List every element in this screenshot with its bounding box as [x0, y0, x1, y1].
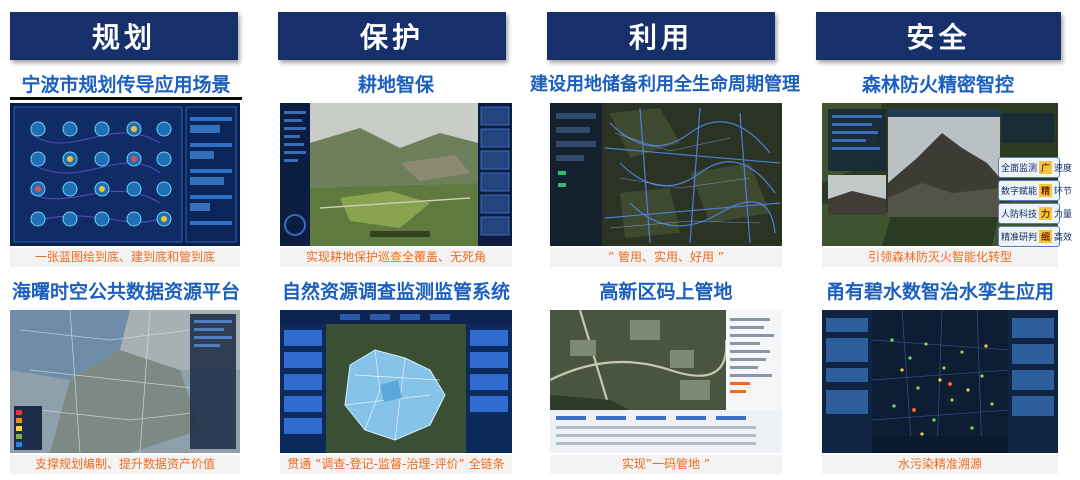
category-header-protection: 保护	[278, 12, 506, 60]
card-title-planning-scenario: 宁波市规划传导应用场景	[10, 73, 242, 100]
feature-badge: 广	[1039, 161, 1053, 174]
card-title-farmland: 耕地智保	[357, 74, 434, 96]
feature-label: 精准研判	[1001, 233, 1038, 243]
card-title-resource-monitoring: 自然资源调查监测监管系统	[281, 281, 510, 303]
feature-label: 人防科技	[1001, 210, 1038, 220]
card-caption-planning-scenario: 一张蓝图绘到底、建到底和管到底	[10, 248, 240, 267]
card-caption-land-code: 实现”一码管地 ”	[550, 455, 782, 474]
feature-row[interactable]: 精准研判 细 高效	[998, 226, 1072, 247]
card-title-forest-fire: 森林防火精密智控	[861, 74, 1014, 96]
feature-value: 高效	[1054, 233, 1073, 243]
card-title-land-reserve: 建设用地储备利用全生命周期管理	[530, 74, 800, 95]
feature-badge: 力	[1039, 207, 1053, 220]
feature-row[interactable]: 人防科技 力 力量	[998, 203, 1072, 224]
screenshot-spatiotemporal-data-map[interactable]	[10, 310, 240, 453]
screenshot-resource-monitoring-3d[interactable]	[280, 310, 512, 453]
card-title-land-code: 高新区码上管地	[599, 281, 733, 303]
category-header-safety: 安全	[816, 12, 1061, 60]
category-header-utilization: 利用	[547, 12, 775, 60]
feature-badge: 细	[1039, 230, 1053, 243]
forest-fire-feature-panel: 全面监测 广 速度 数字赋能 精 环节 人防科技 力 力量 精准研判 细 高效	[998, 157, 1072, 247]
card-caption-spatiotemporal-data: 支撑规划编制、提升数据资产价值	[10, 455, 240, 474]
card-caption-forest-fire: 引领森林防灭火智能化转型	[822, 248, 1058, 267]
feature-value: 速度	[1054, 164, 1073, 174]
screenshot-farmland-monitoring[interactable]	[280, 103, 512, 246]
feature-row[interactable]: 全面监测 广 速度	[998, 157, 1072, 178]
feature-value: 力量	[1054, 210, 1073, 220]
card-title-spatiotemporal-data: 海曙时空公共数据资源平台	[11, 281, 240, 303]
feature-value: 环节	[1054, 187, 1073, 197]
screenshot-planning-dashboard[interactable]	[10, 103, 240, 246]
card-title-water-twin: 甬有碧水数智治水孪生应用	[825, 281, 1054, 303]
feature-label: 全面监测	[1001, 164, 1038, 174]
category-header-planning: 规划	[10, 12, 238, 60]
card-caption-resource-monitoring: 贯通 “调查-登记-监督-治理-评价” 全链条	[280, 455, 512, 474]
feature-badge: 精	[1039, 184, 1053, 197]
screenshot-water-pollution-map[interactable]	[822, 310, 1058, 453]
card-caption-farmland: 实现耕地保护巡查全覆盖、无死角	[280, 248, 512, 267]
feature-label: 数字赋能	[1001, 187, 1038, 197]
feature-row[interactable]: 数字赋能 精 环节	[998, 180, 1072, 201]
card-caption-land-reserve: ” 管用、实用、好用 ”	[550, 248, 782, 267]
screenshot-land-code-management[interactable]	[550, 310, 782, 453]
card-caption-water-twin: 水污染精准溯源	[822, 455, 1058, 474]
screenshot-land-reserve-map[interactable]	[550, 103, 782, 246]
